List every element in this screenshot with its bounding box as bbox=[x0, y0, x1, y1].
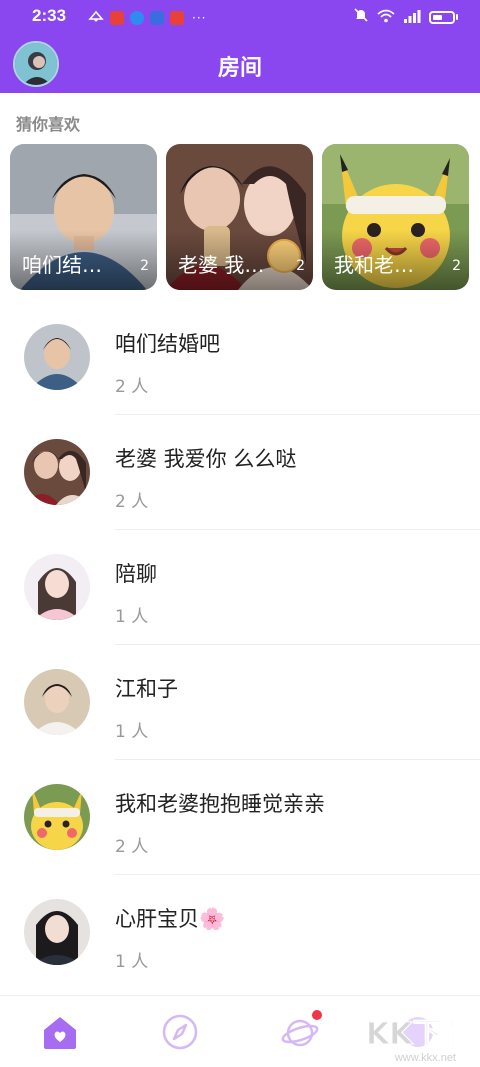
wifi-icon bbox=[377, 8, 395, 27]
status-time: 2:33 bbox=[32, 6, 67, 25]
recommend-cards: 咱们结婚吧 2 老婆 我爱你 么么哒 2 bbox=[10, 144, 470, 290]
watermark-url: www.kkx.net bbox=[394, 1052, 456, 1064]
room-name: 咱们结婚吧 bbox=[115, 332, 220, 356]
notification-icons: ··· bbox=[88, 8, 206, 27]
battery-tip bbox=[456, 14, 458, 20]
card-title: 咱们结婚吧 bbox=[22, 253, 118, 277]
notification-badge bbox=[312, 1010, 322, 1020]
room-name: 陪聊 bbox=[115, 562, 157, 586]
recommend-card[interactable]: 我和老婆抱抱睡觉亲亲 2 bbox=[322, 144, 469, 290]
room-member-count: 1 人 bbox=[115, 607, 149, 627]
app-icon bbox=[150, 10, 164, 25]
signal-icon bbox=[403, 8, 421, 27]
card-count: 2 bbox=[140, 258, 149, 274]
recommend-card[interactable]: 老婆 我爱你 么么哒 2 bbox=[166, 144, 313, 290]
room-avatar bbox=[24, 784, 90, 850]
top-header: 2:33 ··· 房间 bbox=[0, 0, 480, 93]
room-item[interactable]: 我和老婆抱抱睡觉亲亲 2 人 bbox=[0, 760, 480, 875]
card-title: 老婆 我爱你 么么哒 bbox=[178, 253, 274, 277]
room-member-count: 2 人 bbox=[115, 492, 149, 512]
room-item[interactable]: 心肝宝贝🌸 1 人 bbox=[0, 875, 480, 990]
card-count: 2 bbox=[452, 258, 461, 274]
mute-icon bbox=[353, 7, 369, 27]
room-name: 老婆 我爱你 么么哒 bbox=[115, 447, 297, 471]
room-item[interactable]: 老婆 我爱你 么么哒 2 人 bbox=[0, 415, 480, 530]
room-item[interactable]: 江和子 1 人 bbox=[0, 645, 480, 760]
room-name: 我和老婆抱抱睡觉亲亲 bbox=[115, 792, 325, 816]
card-title: 我和老婆抱抱睡觉亲亲 bbox=[334, 253, 430, 277]
room-member-count: 1 人 bbox=[115, 952, 149, 972]
card-count: 2 bbox=[296, 258, 305, 274]
recommend-label: 猜你喜欢 bbox=[16, 115, 81, 134]
room-avatar bbox=[24, 669, 90, 735]
recommend-card[interactable]: 咱们结婚吧 2 bbox=[10, 144, 157, 290]
bottom-nav: KK下载 www.kkx.net bbox=[0, 995, 480, 1067]
room-avatar bbox=[24, 439, 90, 505]
more-notifications-icon: ··· bbox=[192, 10, 207, 25]
battery-icon bbox=[429, 10, 455, 24]
room-item[interactable]: 咱们结婚吧 2 人 bbox=[0, 300, 480, 415]
room-name: 江和子 bbox=[115, 677, 178, 701]
room-avatar bbox=[24, 899, 90, 965]
system-icons bbox=[353, 7, 458, 27]
app-icon bbox=[110, 10, 124, 25]
alarm-icon bbox=[88, 8, 104, 27]
room-avatar bbox=[24, 554, 90, 620]
room-name: 心肝宝贝🌸 bbox=[115, 907, 226, 931]
watermark-logo-text: KK下载 bbox=[366, 1017, 454, 1052]
status-bar: 2:33 ··· bbox=[0, 0, 480, 32]
page-title: 房间 bbox=[217, 56, 262, 81]
home-icon[interactable] bbox=[40, 1012, 80, 1052]
room-avatar bbox=[24, 324, 90, 390]
room-member-count: 2 人 bbox=[115, 377, 149, 397]
planet-icon[interactable] bbox=[280, 1010, 322, 1052]
app-icon bbox=[170, 10, 184, 25]
room-member-count: 1 人 bbox=[115, 722, 149, 742]
room-member-count: 2 人 bbox=[115, 837, 149, 857]
compass-icon[interactable] bbox=[160, 1012, 200, 1052]
room-item[interactable]: 陪聊 1 人 bbox=[0, 530, 480, 645]
cloud-icon bbox=[130, 10, 144, 25]
